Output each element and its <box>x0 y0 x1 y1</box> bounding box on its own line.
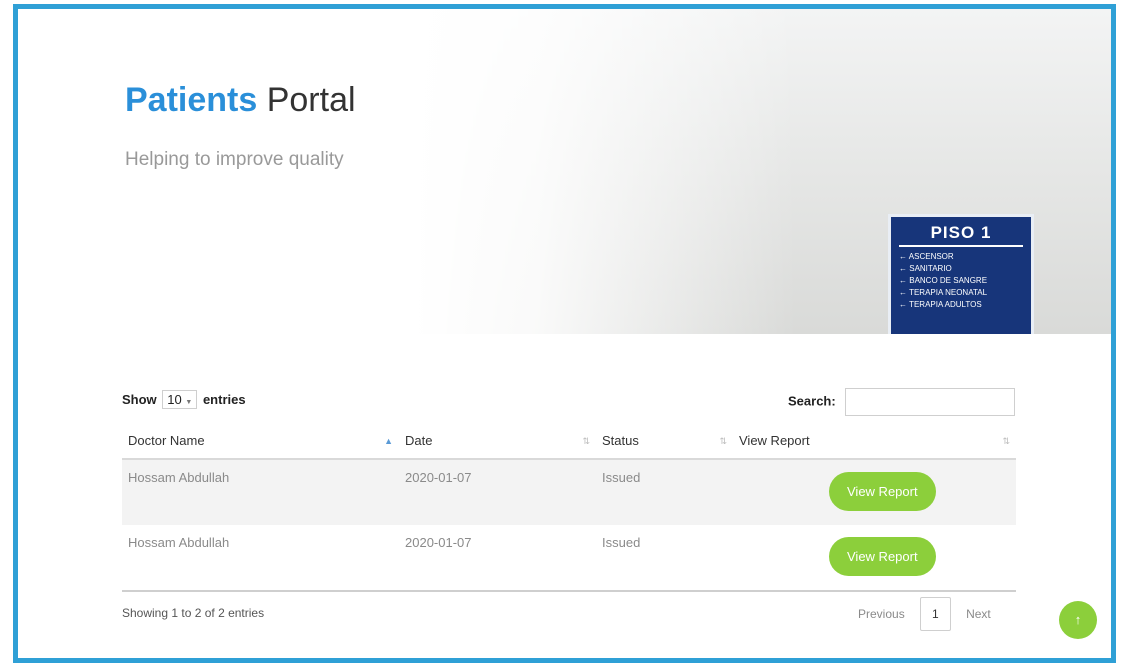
sort-asc-icon: ▲ <box>384 436 393 446</box>
view-report-button[interactable]: View Report <box>829 537 936 576</box>
arrow-left-icon: ← <box>899 264 907 273</box>
arrow-up-icon: ↑ <box>1074 612 1082 627</box>
app-frame: PISO 1 ← ASCENSOR ← SANITARIO ← BANCO DE… <box>13 4 1116 663</box>
search-control: Search: <box>788 388 1016 416</box>
sort-both-icon: ⇅ <box>1002 436 1010 446</box>
cell-status: Issued <box>596 525 733 592</box>
next-button[interactable]: Next <box>966 607 991 621</box>
scroll-to-top-button[interactable]: ↑ <box>1059 601 1097 639</box>
sign-line: ← TERAPIA NEONATAL <box>899 287 1023 299</box>
column-header-date[interactable]: Date ⇅ <box>399 428 596 460</box>
sort-both-icon: ⇅ <box>582 436 590 446</box>
cell-doctor-name: Hossam Abdullah <box>122 459 399 525</box>
entries-select[interactable]: 10 ▼ <box>162 390 198 409</box>
search-input[interactable] <box>845 388 1016 416</box>
sign-line-text: SANITARIO <box>909 264 952 273</box>
page-title-rest: Portal <box>266 81 356 119</box>
column-header-label: View Report <box>739 433 810 448</box>
table-row: Hossam Abdullah 2020-01-07 Issued View R… <box>122 525 1016 592</box>
page-subtitle: Helping to improve quality <box>125 149 344 170</box>
entries-length-control: Show 10 ▼ entries <box>122 390 246 409</box>
arrow-left-icon: ← <box>899 276 907 285</box>
sign-line-text: ASCENSOR <box>908 252 954 261</box>
arrow-left-icon: ← <box>899 252 907 261</box>
sign-title: PISO 1 <box>899 223 1023 247</box>
reports-table: Doctor Name ▲ Date ⇅ Status ⇅ View Repor… <box>122 428 1016 592</box>
chevron-down-icon: ▼ <box>185 399 193 406</box>
entries-select-value: 10 <box>167 392 182 407</box>
arrow-left-icon: ← <box>899 300 907 309</box>
cell-date: 2020-01-07 <box>399 459 596 525</box>
sign-line-text: BANCO DE SANGRE <box>909 276 988 285</box>
show-label: Show <box>122 392 157 407</box>
column-header-doctor-name[interactable]: Doctor Name ▲ <box>122 428 399 460</box>
arrow-left-icon: ← <box>899 288 907 297</box>
sign-line: ← TERAPIA ADULTOS <box>899 299 1023 311</box>
search-label: Search: <box>788 393 836 409</box>
table-info: Showing 1 to 2 of 2 entries <box>122 606 265 620</box>
cell-action: View Report <box>733 459 1016 525</box>
column-header-status[interactable]: Status ⇅ <box>596 428 733 460</box>
column-header-label: Doctor Name <box>128 433 205 448</box>
cell-action: View Report <box>733 525 1016 592</box>
cell-status: Issued <box>596 459 733 525</box>
cell-date: 2020-01-07 <box>399 525 596 592</box>
entries-label: entries <box>202 392 246 407</box>
column-header-label: Date <box>405 433 433 448</box>
pagination: Previous 1 Next <box>858 597 991 631</box>
sign-line-text: TERAPIA NEONATAL <box>909 288 988 297</box>
hero-image: PISO 1 ← ASCENSOR ← SANITARIO ← BANCO DE… <box>413 9 1111 334</box>
table-row: Hossam Abdullah 2020-01-07 Issued View R… <box>122 459 1016 525</box>
floor-sign-wrap: PISO 1 ← ASCENSOR ← SANITARIO ← BANCO DE… <box>888 214 1034 334</box>
sign-line: ← ASCENSOR <box>899 251 1023 263</box>
cell-doctor-name: Hossam Abdullah <box>122 525 399 592</box>
sign-line-text: TERAPIA ADULTOS <box>909 300 982 309</box>
page-button-1[interactable]: 1 <box>920 597 951 631</box>
sign-line: ← SANITARIO <box>899 263 1023 275</box>
column-header-label: Status <box>602 433 639 448</box>
floor-sign: PISO 1 ← ASCENSOR ← SANITARIO ← BANCO DE… <box>888 214 1034 334</box>
page-title: Patients Portal <box>125 81 356 120</box>
page-title-accent: Patients <box>125 81 258 119</box>
view-report-button[interactable]: View Report <box>829 472 936 511</box>
table-header-row: Doctor Name ▲ Date ⇅ Status ⇅ View Repor… <box>122 428 1016 460</box>
sign-line: ← BANCO DE SANGRE <box>899 275 1023 287</box>
sort-both-icon: ⇅ <box>719 436 727 446</box>
column-header-view-report[interactable]: View Report ⇅ <box>733 428 1016 460</box>
previous-button[interactable]: Previous <box>858 607 905 621</box>
